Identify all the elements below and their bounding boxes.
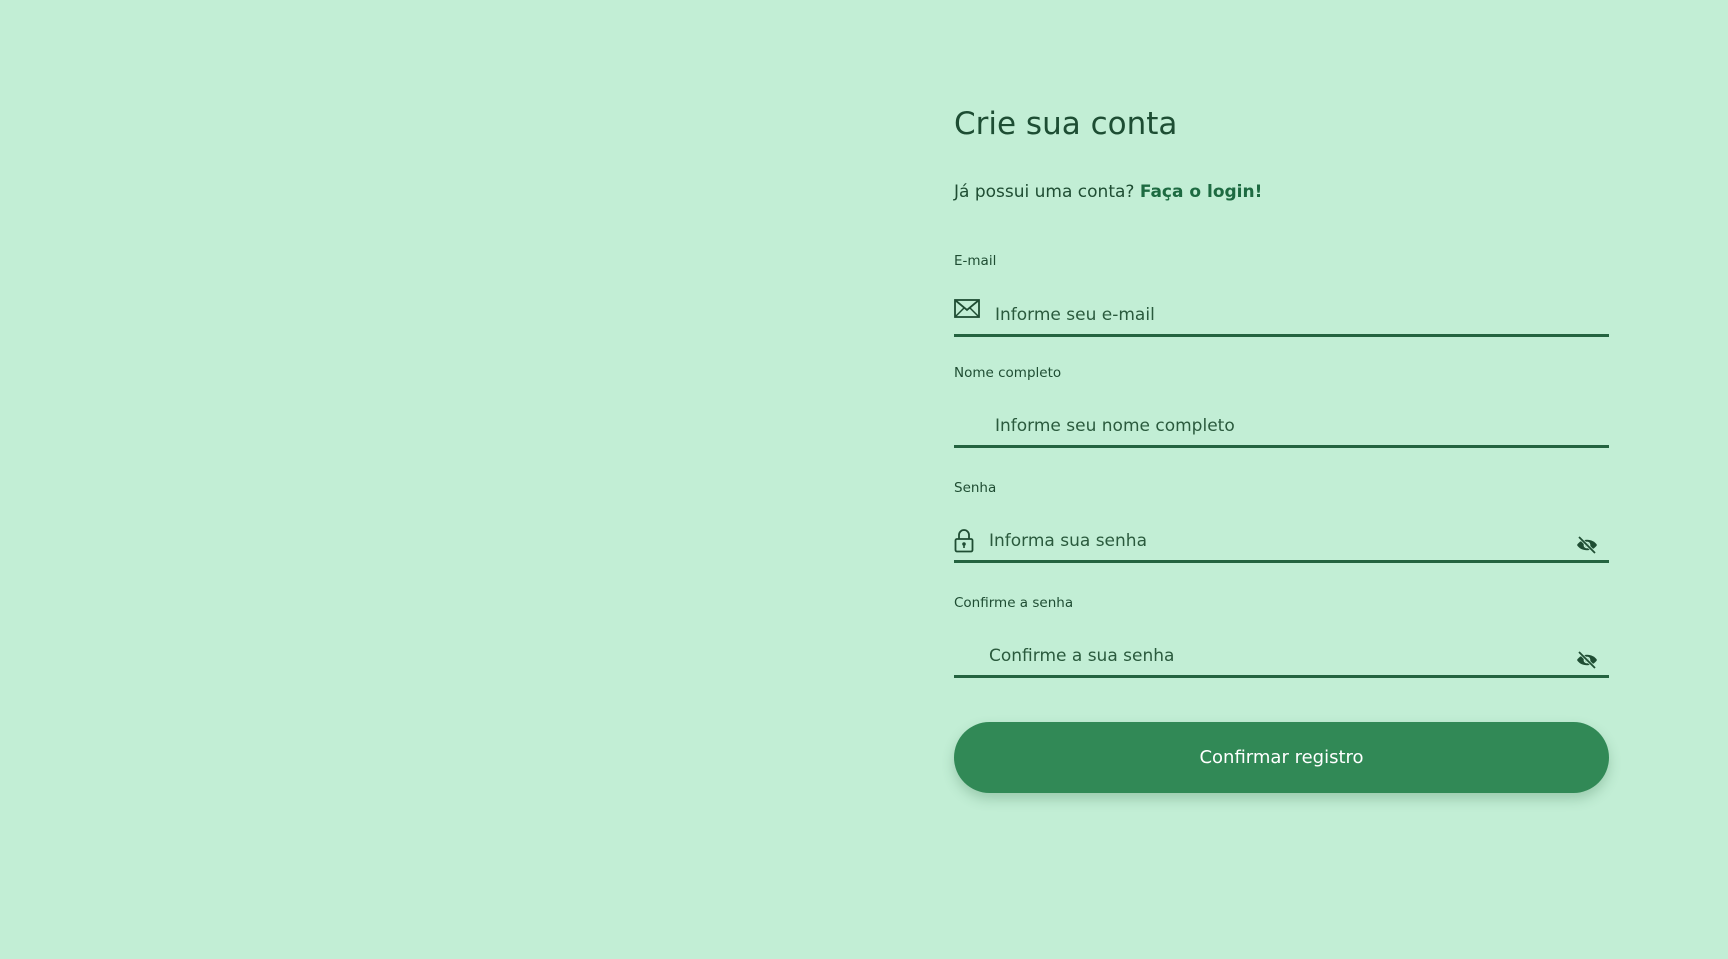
full-name-label: Nome completo [954, 365, 1062, 381]
password-field [954, 523, 1609, 563]
confirm-password-label: Confirme a senha [954, 595, 1074, 611]
lock-icon [954, 529, 974, 553]
password-label: Senha [954, 480, 997, 496]
page-title: Crie sua conta [954, 106, 1178, 142]
confirm-password-input[interactable] [989, 638, 1549, 674]
login-link[interactable]: Faça o login! [1140, 182, 1263, 202]
login-prompt-text: Já possui uma conta? [954, 182, 1135, 202]
login-prompt: Já possui uma conta? Faça o login! [954, 182, 1262, 202]
full-name-input[interactable] [995, 408, 1595, 444]
confirm-register-button[interactable]: Confirmar registro [954, 722, 1609, 793]
full-name-field [954, 408, 1609, 448]
eye-slash-icon[interactable] [1575, 650, 1599, 670]
email-field [954, 297, 1609, 337]
mail-icon [954, 299, 980, 318]
eye-slash-icon[interactable] [1575, 535, 1599, 555]
password-input[interactable] [989, 523, 1549, 559]
confirm-password-field [954, 638, 1609, 678]
email-input[interactable] [995, 297, 1595, 333]
email-label: E-mail [954, 253, 997, 269]
